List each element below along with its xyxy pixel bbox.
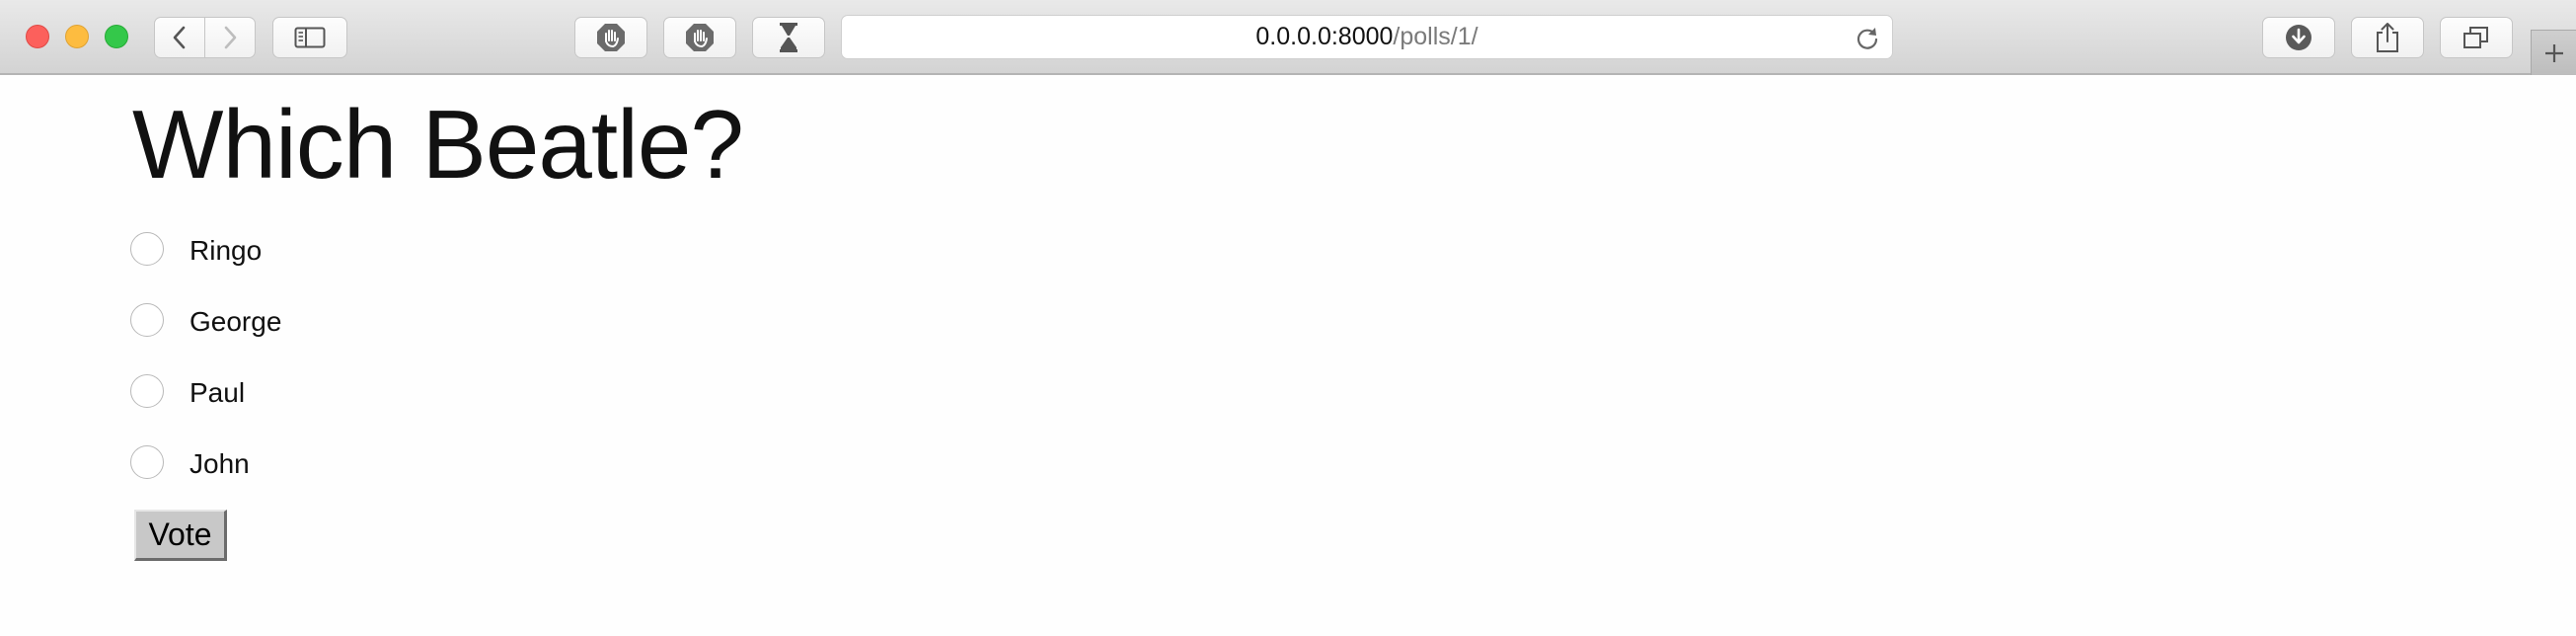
new-tab-button[interactable] — [2531, 30, 2576, 75]
choice-george[interactable]: George — [130, 302, 281, 338]
forward-button[interactable] — [204, 17, 256, 58]
browser-toolbar: 0.0.0.0:8000/polls/1/ — [0, 0, 2576, 75]
choice-ringo[interactable]: Ringo — [130, 231, 262, 267]
plus-icon — [2544, 43, 2563, 62]
url-path: /polls/1/ — [1393, 23, 1478, 50]
extension-button-1[interactable] — [574, 17, 647, 58]
share-icon — [2377, 23, 2398, 52]
extension-button-2[interactable] — [663, 17, 736, 58]
choice-radio[interactable] — [130, 303, 164, 337]
choice-label[interactable]: George — [189, 306, 281, 338]
sidebar-button[interactable] — [272, 17, 347, 58]
address-bar[interactable]: 0.0.0.0:8000/polls/1/ — [841, 15, 1893, 59]
choice-radio[interactable] — [130, 374, 164, 408]
choice-paul[interactable]: Paul — [130, 373, 245, 409]
zoom-window-button[interactable] — [105, 25, 128, 48]
url-host: 0.0.0.0:8000 — [1255, 23, 1394, 50]
sidebar-icon — [294, 27, 326, 48]
page-title: Which Beatle? — [132, 90, 744, 199]
share-button[interactable] — [2351, 17, 2424, 58]
choice-john[interactable]: John — [130, 444, 250, 480]
minimize-window-button[interactable] — [65, 25, 89, 48]
extension-button-3[interactable] — [752, 17, 825, 58]
close-window-button[interactable] — [26, 25, 49, 48]
choice-label[interactable]: Ringo — [189, 235, 262, 267]
choice-radio[interactable] — [130, 232, 164, 266]
stop-hand-icon — [597, 24, 625, 51]
tabs-icon — [2463, 27, 2488, 48]
vote-button[interactable]: Vote — [134, 510, 227, 561]
choice-label[interactable]: Paul — [189, 377, 245, 409]
choice-label[interactable]: John — [189, 448, 250, 480]
hourglass-icon — [780, 23, 797, 52]
page-content: Which Beatle? Ringo George Paul John Vot… — [0, 77, 2576, 636]
download-icon — [2286, 25, 2311, 50]
back-icon — [173, 26, 186, 49]
show-tabs-button[interactable] — [2440, 17, 2513, 58]
choice-radio[interactable] — [130, 445, 164, 479]
stop-hand-icon — [686, 24, 714, 51]
back-button[interactable] — [154, 17, 205, 58]
downloads-button[interactable] — [2262, 17, 2335, 58]
reload-icon[interactable] — [1855, 26, 1880, 51]
forward-icon — [224, 26, 237, 49]
